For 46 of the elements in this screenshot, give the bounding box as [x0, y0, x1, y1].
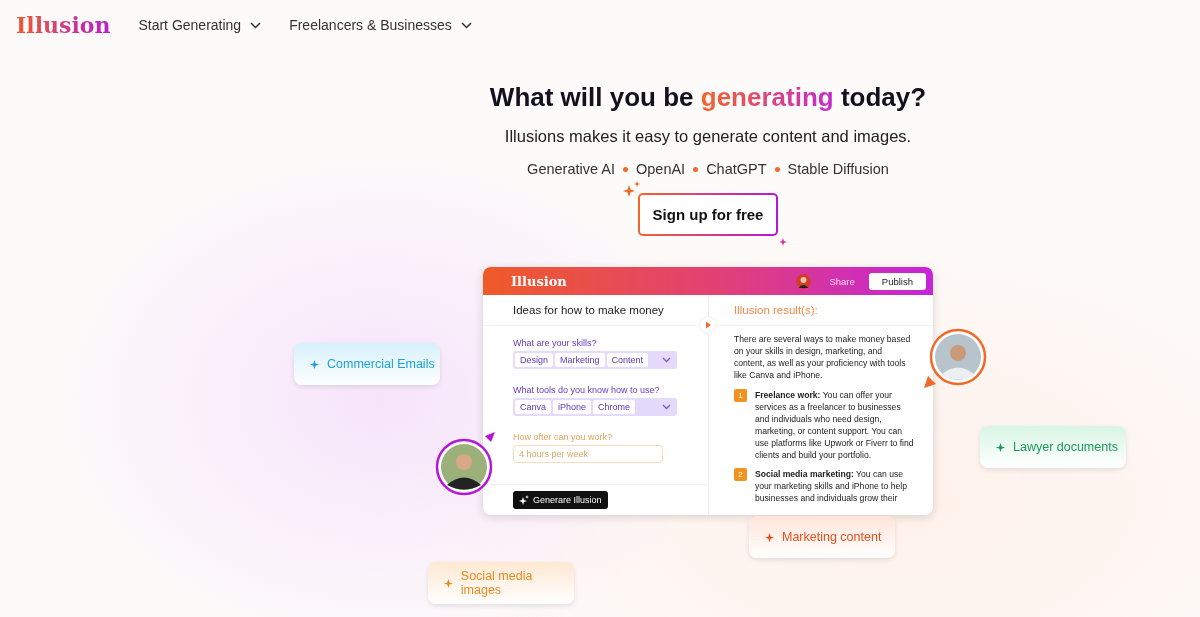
field-label: What are your skills? — [513, 338, 598, 348]
signup-button[interactable]: Sign up for free — [637, 193, 779, 236]
selected-chip[interactable]: Chrome — [593, 400, 636, 414]
field-label: What tools do you know how to use? — [513, 385, 661, 395]
selected-chip[interactable]: Marketing — [555, 353, 605, 367]
selected-chip[interactable]: Content — [606, 353, 649, 367]
sparkle-icon — [519, 495, 529, 505]
separator-dot — [774, 166, 780, 172]
publish-button[interactable]: Publish — [868, 272, 926, 290]
preview-logo: Illusion — [511, 273, 567, 289]
avatar-icon — [796, 273, 812, 289]
sparkle-icon — [996, 442, 1005, 452]
play-icon[interactable] — [699, 316, 717, 334]
selected-chip[interactable]: Canva — [515, 400, 551, 414]
nav-link[interactable]: Start Generating — [138, 17, 262, 33]
selected-chip[interactable]: Design — [515, 353, 553, 367]
chevron-down-icon — [662, 357, 671, 363]
chevron-down-icon — [250, 21, 262, 29]
sparkle-icon — [444, 578, 453, 588]
selected-chip[interactable]: iPhone — [553, 400, 592, 414]
generate-button[interactable]: Generare Illusion — [513, 491, 608, 509]
field-label: How ofter can you work? — [513, 432, 614, 442]
feature-chip[interactable]: Marketing content — [749, 516, 895, 558]
sparkle-icon — [310, 359, 319, 369]
chevron-down-icon — [662, 404, 671, 410]
number-badge: 1 — [734, 389, 747, 402]
chevron-down-icon — [460, 21, 472, 29]
tag-label: ChatGPT — [706, 161, 767, 177]
sparkle-icon — [779, 238, 788, 246]
result-paragraph: There are several ways to make money based on your skills in design, marketing, and content, as well as your proficiency with tools like Canva and iPhone. — [734, 333, 912, 381]
result-paragraph: Social media marketing: You can use your marketing skills and iPhone to help businesses and individuals grow their — [755, 468, 908, 504]
multi-select-field[interactable]: Canva iPhone Chrome — [513, 398, 677, 416]
multi-select-field[interactable]: Design Marketing Content — [513, 351, 677, 369]
nav-link[interactable]: Freelancers & Businesses — [289, 17, 472, 33]
tag-label: Stable Diffusion — [787, 161, 889, 177]
separator-dot — [622, 166, 628, 172]
number-badge: 2 — [734, 468, 747, 481]
tag-label: OpenAI — [635, 161, 686, 177]
separator-dot — [693, 166, 699, 172]
sparkle-icon — [765, 532, 774, 542]
input-field[interactable]: 4 hours per week — [513, 445, 663, 463]
subtitle: Illusions makes it easy to generate content and images. — [504, 127, 912, 146]
share-link[interactable]: Share — [829, 275, 855, 287]
headline: What will you be generating today? — [489, 82, 927, 113]
tag-label: Generative AI — [527, 161, 615, 177]
result-paragraph: Freelance work: You can offer your services as a freelancer to businesses and individuals who need design, marketing, or content support. You can use platforms like Upwork or Fiverr to find clients and build your portfolio. — [755, 389, 915, 461]
